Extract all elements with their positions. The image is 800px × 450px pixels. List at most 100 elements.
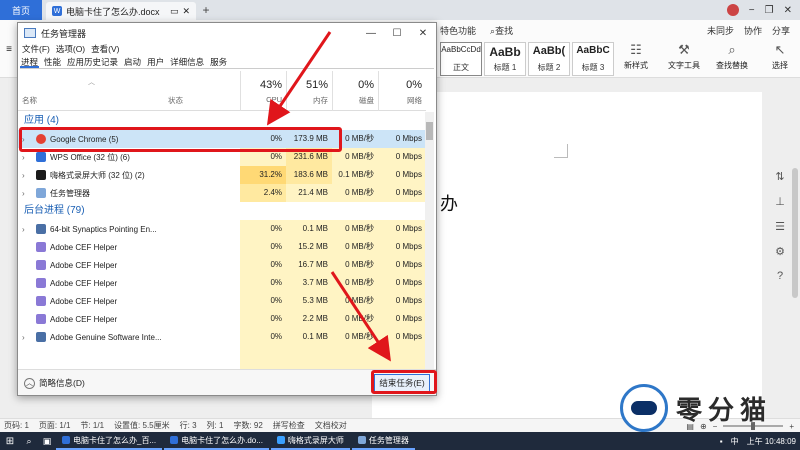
style-normal[interactable]: AaBbCcDd 正文 <box>440 42 482 76</box>
process-row-adobe-cef-1[interactable]: Adobe CEF Helper 0% 15.2 MB 0 MB/秒 0 Mbp… <box>18 238 426 256</box>
process-list-scrollbar[interactable] <box>425 112 434 374</box>
process-row-adobe-genuine[interactable]: › Adobe Genuine Software Inte... 0% 0.1 … <box>18 328 426 346</box>
hamburger-icon[interactable]: ≡ <box>6 44 12 55</box>
home-tab[interactable]: 首页 <box>0 0 42 20</box>
column-name[interactable]: 名称 <box>22 95 37 106</box>
column-cpu[interactable]: 43% CPU <box>240 71 286 111</box>
share-button[interactable]: 分享 <box>772 24 790 37</box>
cpu-label: CPU <box>266 95 282 104</box>
pin-icon[interactable]: ⊥ <box>775 195 785 208</box>
task-manager-window-controls: — ☐ ✕ <box>358 23 436 43</box>
taskbar-app-wps[interactable]: 电脑卡住了怎么办.do... <box>164 432 269 450</box>
tm-close-button[interactable]: ✕ <box>410 23 436 43</box>
process-disk: 0 MB/秒 <box>332 292 378 310</box>
expand-chevron-icon[interactable]: › <box>22 153 30 162</box>
process-disk: 0 MB/秒 <box>332 238 378 256</box>
process-row-recorder[interactable]: › 嗨格式录屏大师 (32 位) (2) 31.2% 183.6 MB 0.1 … <box>18 166 426 184</box>
text-tools-button[interactable]: ⚒ 文字工具 <box>666 42 702 71</box>
scrollbar-thumb[interactable] <box>426 122 433 140</box>
tab-performance[interactable]: 性能 <box>43 56 62 68</box>
menu-find[interactable]: ⌕查找 <box>490 24 513 37</box>
process-network: 0 Mbps <box>378 166 426 184</box>
process-name: Adobe CEF Helper <box>50 242 118 252</box>
process-memory: 0.1 MB <box>286 328 332 346</box>
select-button[interactable]: ↖ 选择 <box>762 42 798 71</box>
process-row-task-manager[interactable]: › 任务管理器 2.4% 21.4 MB 0 MB/秒 0 Mbps <box>18 184 426 202</box>
column-status[interactable]: 状态 <box>168 95 183 106</box>
restore-button[interactable]: ❐ <box>765 5 774 16</box>
adjust-icon[interactable]: ⇅ <box>775 170 784 183</box>
tray-icon[interactable]: ▪ <box>720 437 723 446</box>
taskbar-app-label: 任务管理器 <box>368 435 409 445</box>
close-window-button[interactable]: ✕ <box>784 5 792 16</box>
close-tab-icon[interactable]: ✕ <box>182 6 190 17</box>
taskbar-app-label: 电脑卡住了怎么办.do... <box>181 435 263 445</box>
tab-services[interactable]: 服务 <box>209 56 228 68</box>
task-view-icon[interactable]: ▣ <box>38 432 56 450</box>
minimize-button[interactable]: − <box>749 5 755 16</box>
tab-startup[interactable]: 启动 <box>123 56 142 68</box>
windows-start-icon[interactable]: ⊞ <box>0 432 20 450</box>
document-text[interactable]: 办 <box>440 190 458 216</box>
find-replace-button[interactable]: ⌕ 查找替换 <box>714 42 750 71</box>
menu-file[interactable]: 文件(F) <box>22 43 50 55</box>
tm-maximize-button[interactable]: ☐ <box>384 23 410 43</box>
style-heading-1[interactable]: AaBb 标题 1 <box>484 42 526 76</box>
ime-indicator[interactable]: 中 <box>731 436 739 447</box>
style-heading-2[interactable]: AaBb( 标题 2 <box>528 42 570 76</box>
cursor-icon: ↖ <box>774 42 786 57</box>
menu-special-features[interactable]: 特色功能 <box>440 24 476 37</box>
menu-options[interactable]: 选项(O) <box>56 43 85 55</box>
fewer-details-button[interactable]: ︿ 简略信息(D) <box>24 377 85 389</box>
new-style-button[interactable]: ☷ 新样式 <box>618 42 654 71</box>
expand-chevron-icon[interactable]: › <box>22 189 30 198</box>
taskbar-app-task-manager[interactable]: 任务管理器 <box>351 432 415 450</box>
process-memory: 15.2 MB <box>286 238 332 256</box>
clock[interactable]: 上午 10:48:09 <box>747 436 796 447</box>
process-network: 0 Mbps <box>378 310 426 328</box>
spell-check-button[interactable]: 拼写检查 <box>273 420 305 431</box>
magnifier-icon: ⌕ <box>728 42 736 57</box>
new-tab-button[interactable]: + <box>196 0 216 20</box>
wps-tab-strip: 首页 W 电脑卡住了怎么办.docx ▭ ✕ + <box>0 0 800 20</box>
document-tab[interactable]: W 电脑卡住了怎么办.docx ▭ ✕ <box>46 2 196 20</box>
search-icon[interactable]: ⌕ <box>20 432 38 450</box>
menu-view[interactable]: 查看(V) <box>91 43 119 55</box>
tab-processes[interactable]: 进程 <box>20 56 40 68</box>
process-row-adobe-cef-2[interactable]: Adobe CEF Helper 0% 16.7 MB 0 MB/秒 0 Mbp… <box>18 256 426 274</box>
tab-users[interactable]: 用户 <box>146 56 165 68</box>
task-manager-app-icon <box>357 436 366 444</box>
process-memory: 21.4 MB <box>286 184 332 202</box>
task-manager-title: 任务管理器 <box>41 28 87 39</box>
process-row-adobe-cef-4[interactable]: Adobe CEF Helper 0% 5.3 MB 0 MB/秒 0 Mbps <box>18 292 426 310</box>
style-label: 标题 3 <box>581 63 605 72</box>
tab-app-history[interactable]: 应用历史记录 <box>66 56 119 68</box>
sync-status[interactable]: 未同步 <box>707 24 734 37</box>
sliders-icon[interactable]: ⚙ <box>775 245 785 258</box>
process-row-adobe-cef-3[interactable]: Adobe CEF Helper 0% 3.7 MB 0 MB/秒 0 Mbps <box>18 274 426 292</box>
column-memory[interactable]: 51% 内存 <box>286 71 332 111</box>
tune-icon[interactable]: ☰ <box>775 220 785 233</box>
process-table-header: ︿ 名称 状态 43% CPU 51% 内存 0% 磁盘 0% 网络 <box>18 71 426 111</box>
process-row-adobe-cef-5[interactable]: Adobe CEF Helper 0% 2.2 MB 0 MB/秒 0 Mbps <box>18 310 426 328</box>
expand-chevron-icon[interactable]: › <box>22 171 30 180</box>
column-network[interactable]: 0% 网络 <box>378 71 426 111</box>
style-heading-3[interactable]: AaBbC 标题 3 <box>572 42 614 76</box>
taskbar-app-recorder[interactable]: 嗨格式录屏大师 <box>270 432 350 450</box>
tab-details[interactable]: 详细信息 <box>169 56 205 68</box>
menu-find-label: 查找 <box>495 26 514 36</box>
collaborate-button[interactable]: 协作 <box>744 24 762 37</box>
column-disk[interactable]: 0% 磁盘 <box>332 71 378 111</box>
expand-chevron-icon[interactable]: › <box>22 333 30 342</box>
expand-chevron-icon[interactable]: › <box>22 225 30 234</box>
avatar[interactable] <box>726 4 739 16</box>
taskbar-app-browser[interactable]: 电脑卡住了怎么办_百... <box>56 432 163 450</box>
proofread-button[interactable]: 文档校对 <box>315 420 347 431</box>
tm-minimize-button[interactable]: — <box>358 23 384 43</box>
help-icon[interactable]: ? <box>777 270 783 282</box>
process-row-synaptics[interactable]: › 64-bit Synaptics Pointing En... 0% 0.1… <box>18 220 426 238</box>
annotation-box-chrome <box>19 127 342 152</box>
monitor-icon[interactable]: ▭ <box>170 6 179 17</box>
status-word-count[interactable]: 字数: 92 <box>233 420 262 431</box>
document-scrollbar[interactable] <box>792 168 798 298</box>
